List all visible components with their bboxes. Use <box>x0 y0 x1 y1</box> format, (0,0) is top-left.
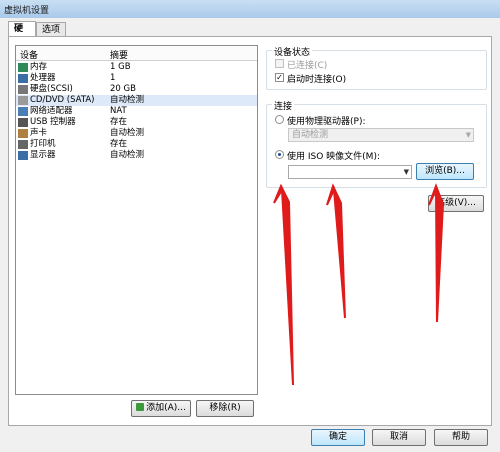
physical-drive-label: 使用物理驱动器(P): <box>287 117 366 127</box>
cd-dvd-icon <box>18 96 28 105</box>
network-adapter-icon <box>18 107 28 116</box>
device-name: 显示器 <box>30 150 56 160</box>
tab-hardware[interactable]: 硬件 <box>8 21 36 48</box>
connected-label: 已连接(C) <box>287 61 328 71</box>
device-list[interactable]: 设备 摘要 内存 1 GB 处理器 1 硬盘(SCSI) 20 GB CD/DVD (SAT… <box>15 45 258 395</box>
physical-drive-select[interactable]: 自动检测 ▼ <box>288 128 474 142</box>
connect-at-power-on-checkbox[interactable]: ✓ <box>275 73 284 82</box>
device-summary: 自动检测 <box>110 128 145 138</box>
device-row[interactable]: 网络适配器 NAT <box>16 106 257 117</box>
tab-options[interactable]: 选项 <box>36 22 66 36</box>
device-list-header: 设备 摘要 <box>16 46 257 61</box>
column-device[interactable]: 设备 <box>20 48 38 61</box>
device-name: USB 控制器 <box>30 117 76 127</box>
ok-button[interactable]: 确定 <box>311 429 365 446</box>
chevron-down-icon: ▼ <box>465 131 471 139</box>
memory-icon <box>18 63 28 72</box>
add-button-label: 添加(A)... <box>146 403 186 413</box>
printer-icon <box>18 140 28 149</box>
display-icon <box>18 151 28 160</box>
advanced-button[interactable]: 高级(V)... <box>428 195 484 212</box>
processor-icon <box>18 74 28 83</box>
iso-path-input[interactable]: ▼ <box>288 165 412 179</box>
help-button[interactable]: 帮助 <box>434 429 488 446</box>
physical-drive-value: 自动检测 <box>292 130 329 140</box>
column-summary[interactable]: 摘要 <box>110 48 128 61</box>
cancel-button[interactable]: 取消 <box>372 429 426 446</box>
device-row[interactable]: 声卡 自动检测 <box>16 128 257 139</box>
hard-disk-icon <box>18 85 28 94</box>
device-row[interactable]: 打印机 存在 <box>16 139 257 150</box>
browse-button[interactable]: 浏览(B)... <box>416 163 474 180</box>
device-name: 内存 <box>30 62 48 72</box>
device-summary: 20 GB <box>110 84 136 94</box>
device-row[interactable]: USB 控制器 存在 <box>16 117 257 128</box>
iso-image-label: 使用 ISO 映像文件(M): <box>287 152 380 162</box>
physical-drive-radio[interactable] <box>275 115 284 124</box>
window-title: 虚拟机设置 <box>4 6 50 16</box>
device-summary: 自动检测 <box>110 150 145 160</box>
device-summary: 存在 <box>110 117 128 127</box>
device-name: 硬盘(SCSI) <box>30 84 73 94</box>
remove-button[interactable]: 移除(R) <box>196 400 254 417</box>
iso-image-radio[interactable] <box>275 150 284 159</box>
connection-legend: 连接 <box>272 99 295 112</box>
sound-card-icon <box>18 129 28 138</box>
title-bar: 虚拟机设置 <box>0 0 500 18</box>
device-summary: 自动检测 <box>110 95 145 105</box>
device-name: CD/DVD (SATA) <box>30 95 95 105</box>
device-name: 声卡 <box>30 128 48 138</box>
chevron-down-icon: ▼ <box>403 168 409 176</box>
connected-checkbox[interactable] <box>275 59 284 68</box>
device-row[interactable]: CD/DVD (SATA) 自动检测 <box>16 95 257 106</box>
device-row[interactable]: 内存 1 GB <box>16 62 257 73</box>
device-summary: 1 <box>110 73 116 83</box>
device-summary: 存在 <box>110 139 128 149</box>
device-name: 打印机 <box>30 139 56 149</box>
device-summary: NAT <box>110 106 127 116</box>
device-summary: 1 GB <box>110 62 131 72</box>
connect-at-power-on-label: 启动时连接(O) <box>287 75 347 85</box>
add-shield-icon <box>136 403 145 411</box>
device-name: 网络适配器 <box>30 106 73 116</box>
device-name: 处理器 <box>30 73 56 83</box>
device-status-legend: 设备状态 <box>272 45 313 58</box>
device-row[interactable]: 硬盘(SCSI) 20 GB <box>16 84 257 95</box>
device-row[interactable]: 显示器 自动检测 <box>16 150 257 161</box>
device-row[interactable]: 处理器 1 <box>16 73 257 84</box>
usb-controller-icon <box>18 118 28 127</box>
add-button[interactable]: 添加(A)... <box>131 400 191 417</box>
